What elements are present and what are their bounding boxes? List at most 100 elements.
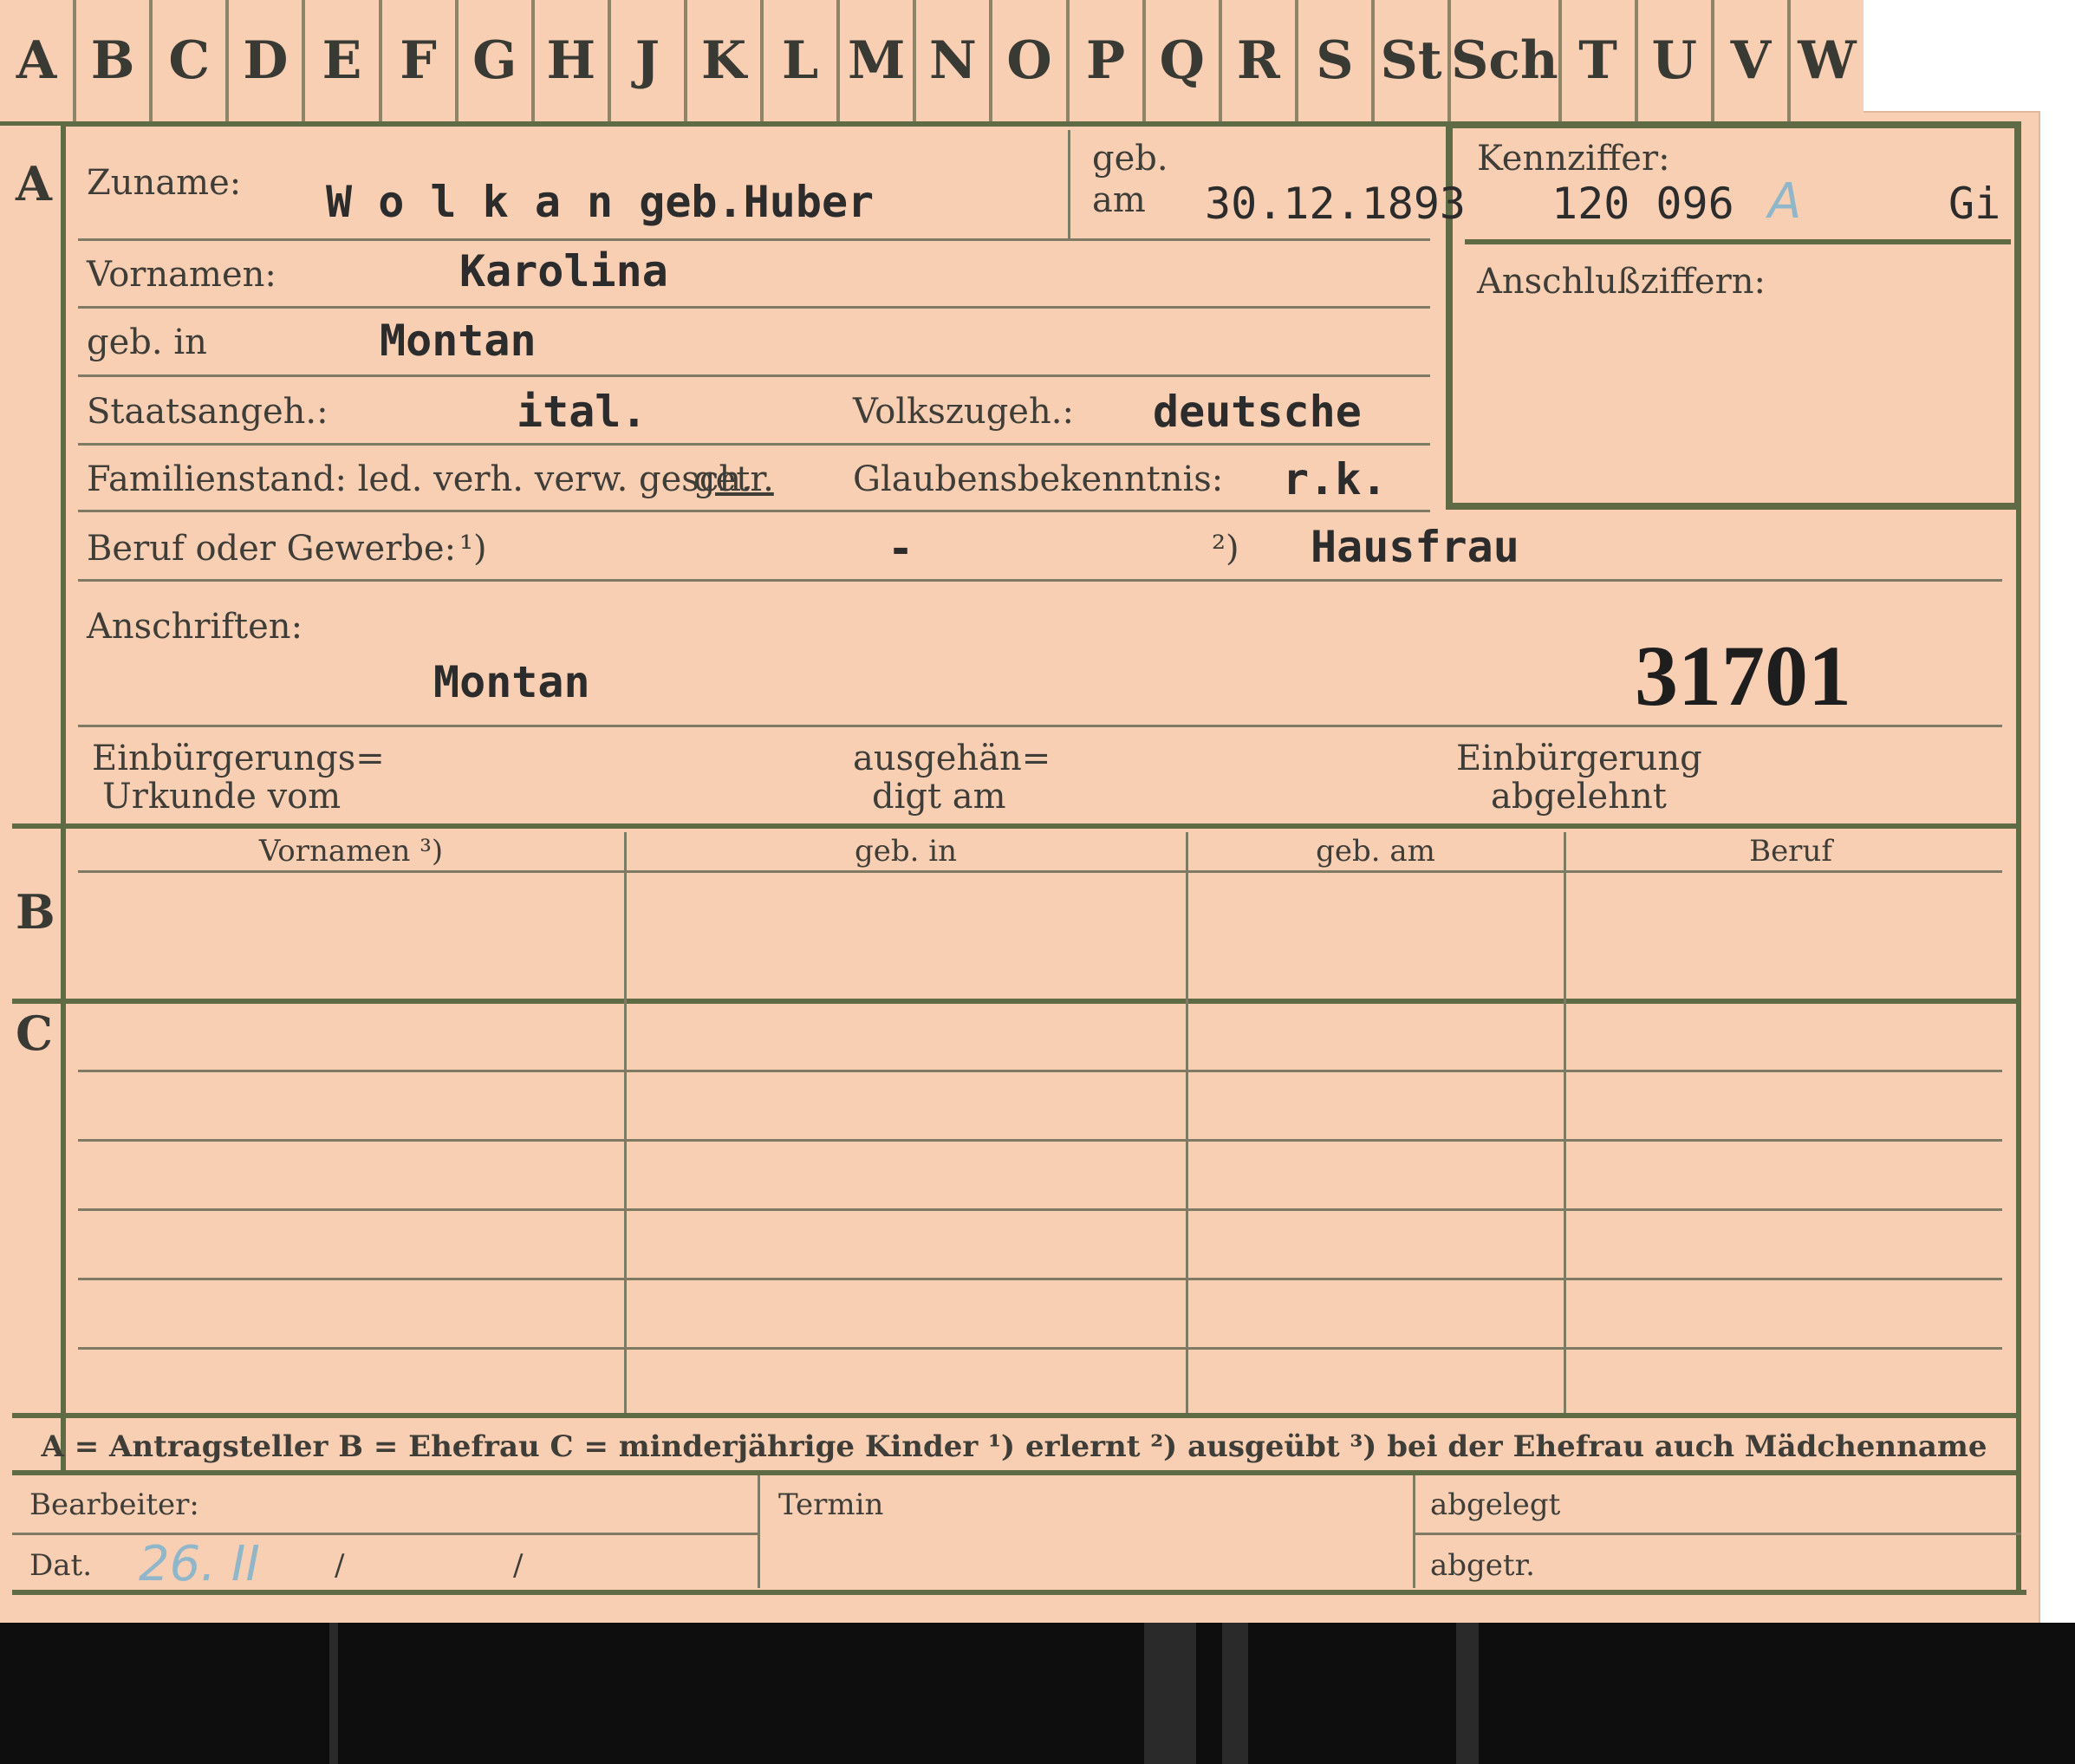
alphabet-tab-m[interactable]: M (840, 0, 917, 121)
rule-geb-in (78, 374, 1430, 377)
table-row-rule-1 (78, 1070, 2002, 1072)
footer-divider-2 (1413, 1475, 1415, 1588)
staatsangeh-label: Staatsangeh.: (87, 392, 328, 432)
footer-top-rule (12, 1470, 2021, 1475)
abgetr-label: abgetr. (1430, 1548, 1535, 1583)
section-b-letter: B (16, 884, 55, 940)
anschrift-value: Montan (433, 657, 590, 707)
anschlussziffern-label: Anschlußziffern: (1477, 262, 1766, 302)
section-a-letter: A (16, 156, 52, 212)
geb-am-value: 30.12.1893 (1205, 179, 1467, 229)
rule-beruf (78, 579, 2002, 582)
anschriften-label: Anschriften: (87, 607, 303, 647)
footer-divider-1 (758, 1475, 760, 1588)
col-header-beruf: Beruf (1749, 834, 1832, 869)
table-header-rule (78, 870, 2002, 873)
alphabet-tab-c[interactable]: C (153, 0, 230, 121)
scan-stripe-3 (1222, 1623, 1248, 1764)
alphabet-tab-h[interactable]: H (535, 0, 611, 121)
geb-in-value: Montan (380, 316, 537, 366)
einb-urkunde-label-2: Urkunde vom (102, 777, 341, 817)
table-row-rule-5 (78, 1347, 2002, 1350)
alphabet-tab-o[interactable]: O (992, 0, 1070, 121)
scan-stripe-4 (1456, 1623, 1479, 1764)
einb-abgelehnt-label-1: Einbürgerung (1456, 739, 1702, 778)
zuname-value: W o l k a n geb.Huber (326, 177, 875, 227)
alphabet-tab-t[interactable]: T (1562, 0, 1638, 121)
section-c-top-rule (12, 999, 2021, 1004)
einb-abgelehnt-label-2: abgelehnt (1491, 777, 1667, 817)
alphabet-tab-a[interactable]: A (0, 0, 77, 121)
section-c-bottom-rule (12, 1413, 2021, 1418)
rule-vornamen (78, 306, 1430, 309)
scan-stripe-2 (1144, 1623, 1196, 1764)
alphabet-tab-s[interactable]: S (1298, 0, 1375, 121)
footer-bottom-rule (12, 1590, 2026, 1595)
kennziffer-divider (1465, 239, 2011, 244)
beruf-ausgeuebt-value: Hausfrau (1311, 522, 1519, 572)
volkszugeh-value: deutsche (1153, 387, 1362, 437)
alphabet-tab-n[interactable]: N (916, 0, 993, 121)
left-margin-rule (61, 121, 66, 1474)
vornamen-label: Vornamen: (87, 255, 276, 295)
col-header-vornamen: Vornamen ³) (258, 834, 444, 869)
einb-urkunde-label-1: Einbürgerungs= (92, 739, 385, 778)
col-divider-3 (1564, 832, 1566, 1413)
kennziffer-value: 120 096 (1551, 179, 1734, 229)
alphabet-tab-u[interactable]: U (1638, 0, 1714, 121)
alphabet-tab-b[interactable]: B (76, 0, 153, 121)
beruf-label: Beruf oder Gewerbe: (87, 529, 457, 569)
table-row-rule-4 (78, 1278, 2002, 1280)
kennziffer-pencil-mark: A (1768, 173, 1802, 230)
alphabet-tab-st[interactable]: St (1375, 0, 1452, 121)
section-b-top-rule (12, 823, 2021, 829)
col-header-geb-in: geb. in (854, 834, 958, 869)
geb-label: geb. (1092, 139, 1168, 179)
zuname-label: Zuname: (87, 163, 242, 203)
scan-stripe-1 (329, 1623, 338, 1764)
scan-bottom-edge (0, 1623, 2075, 1764)
am-label: am (1092, 180, 1146, 220)
termin-label: Termin (778, 1487, 884, 1522)
rule-zuname (78, 238, 1430, 241)
dat-label: Dat. (29, 1548, 93, 1583)
beruf-erlernt-value: - (888, 524, 914, 574)
alphabet-tab-w[interactable]: W (1791, 0, 1864, 121)
alphabet-tab-k[interactable]: K (687, 0, 764, 121)
alphabet-tab-sch[interactable]: Sch (1451, 0, 1562, 121)
table-row-rule-3 (78, 1208, 2002, 1211)
alphabet-tab-e[interactable]: E (305, 0, 382, 121)
table-row-rule-2 (78, 1139, 2002, 1142)
alphabet-tab-d[interactable]: D (229, 0, 306, 121)
alphabet-tab-f[interactable]: F (382, 0, 459, 121)
alphabet-tab-r[interactable]: R (1222, 0, 1298, 121)
alphabet-tab-v[interactable]: V (1714, 0, 1791, 121)
col-divider-1 (624, 832, 627, 1413)
familienstand-label: Familienstand: led. verh. verw. gesch. (87, 459, 752, 499)
geb-in-label: geb. in (87, 322, 207, 362)
card-number: 31701 (1635, 628, 1851, 724)
registration-card: A B C D E F G H J K L M N O P Q R S St Sch T U V W A B C Zuname… (0, 0, 2075, 1764)
footer-mid-rule-right (1415, 1533, 2021, 1535)
kennziffer-label: Kennziffer: (1477, 139, 1670, 179)
abgelegt-label: abgelegt (1430, 1487, 1561, 1522)
rule-staatsangeh (78, 443, 1430, 446)
footer-mid-rule-left (12, 1533, 758, 1535)
vornamen-value: Karolina (459, 246, 668, 296)
kennziffer-suffix: Gi (1948, 179, 2001, 229)
col-header-geb-am: geb. am (1316, 834, 1435, 869)
alphabet-tab-p[interactable]: P (1070, 0, 1146, 121)
section-c-letter: C (16, 1006, 53, 1061)
glaubensbekenntnis-label: Glaubensbekenntnis: (853, 459, 1224, 499)
alphabet-tab-g[interactable]: G (459, 0, 535, 121)
rule-familienstand (78, 510, 1430, 512)
familienstand-getr: getr. (693, 459, 774, 499)
alphabet-tab-q[interactable]: Q (1146, 0, 1222, 121)
beruf-footnote-1: ¹) (459, 529, 487, 569)
alphabet-tab-l[interactable]: L (764, 0, 841, 121)
staatsangeh-value: ital. (517, 387, 647, 437)
volkszugeh-label: Volkszugeh.: (853, 392, 1074, 432)
legend-footnote: A = Antragsteller B = Ehefrau C = minder… (41, 1429, 1987, 1464)
alphabet-tab-j[interactable]: J (611, 0, 687, 121)
glaubensbekenntnis-value: r.k. (1283, 454, 1388, 504)
